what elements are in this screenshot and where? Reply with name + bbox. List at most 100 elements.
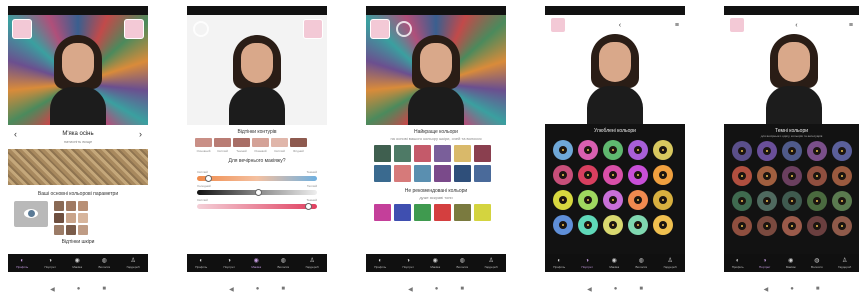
color-dot[interactable]: [832, 166, 852, 186]
system-back-icon[interactable]: ◀: [229, 286, 234, 293]
nav-item-3[interactable]: ◍ Волосся: [811, 258, 823, 269]
contour-swatch[interactable]: [214, 138, 231, 147]
menu-icon[interactable]: ≡: [849, 22, 853, 29]
nav-item-1[interactable]: ◑ Портрет: [759, 258, 770, 269]
skin-swatch[interactable]: [78, 225, 88, 235]
nav-item-1[interactable]: ◑ Портрет: [224, 258, 235, 269]
palette-swatch[interactable]: [414, 145, 431, 162]
nav-item-0[interactable]: ◐ Профіль: [374, 258, 386, 269]
system-home-icon[interactable]: ●: [256, 286, 260, 293]
slider-knob[interactable]: [305, 203, 312, 210]
color-dot[interactable]: [603, 190, 623, 210]
contour-swatch[interactable]: [233, 138, 250, 147]
color-dot[interactable]: [832, 216, 852, 236]
nav-item-3[interactable]: ◍ Волосся: [278, 258, 290, 269]
intensity-slider[interactable]: [197, 203, 317, 210]
avoid-swatch[interactable]: [454, 204, 471, 221]
color-dot[interactable]: [553, 190, 573, 210]
nav-item-1[interactable]: ◑ Портрет: [582, 258, 593, 269]
app-logo-icon[interactable]: [12, 19, 32, 39]
slider-knob[interactable]: [255, 189, 262, 196]
color-dot[interactable]: [732, 216, 752, 236]
color-dot[interactable]: [653, 165, 673, 185]
app-logo-icon[interactable]: [370, 19, 390, 39]
palette-swatch[interactable]: [454, 145, 471, 162]
color-dot[interactable]: [782, 141, 802, 161]
back-circle-icon[interactable]: [193, 21, 209, 37]
depth-slider[interactable]: [197, 189, 317, 196]
nav-item-4[interactable]: ♙ Гардероб: [664, 258, 677, 269]
nav-item-3[interactable]: ◍ Волосся: [636, 258, 648, 269]
nav-item-0[interactable]: ◐ Профіль: [16, 258, 28, 269]
skin-swatch[interactable]: [66, 213, 76, 223]
skin-swatch[interactable]: [54, 225, 64, 235]
color-dot[interactable]: [832, 141, 852, 161]
color-dot[interactable]: [628, 190, 648, 210]
color-dot[interactable]: [757, 216, 777, 236]
color-dot[interactable]: [782, 216, 802, 236]
contour-swatch[interactable]: [290, 138, 307, 147]
color-dot[interactable]: [757, 191, 777, 211]
nav-item-3[interactable]: ◍ Волосся: [99, 258, 111, 269]
menu-icon[interactable]: ≡: [675, 22, 679, 29]
color-dot[interactable]: [653, 215, 673, 235]
nav-item-4[interactable]: ♙ Гардероб: [485, 258, 498, 269]
color-dot[interactable]: [578, 215, 598, 235]
nav-item-2[interactable]: ◉ Макіяж: [609, 258, 619, 269]
palette-swatch[interactable]: [394, 145, 411, 162]
system-recents-icon[interactable]: ■: [102, 286, 106, 293]
avoid-swatch[interactable]: [394, 204, 411, 221]
color-dot[interactable]: [732, 141, 752, 161]
color-dot[interactable]: [553, 140, 573, 160]
color-dot[interactable]: [603, 215, 623, 235]
color-dot[interactable]: [578, 190, 598, 210]
color-dot[interactable]: [553, 165, 573, 185]
palette-swatch[interactable]: [454, 165, 471, 182]
contour-swatch[interactable]: [195, 138, 212, 147]
app-logo-icon[interactable]: [551, 18, 565, 32]
color-dot[interactable]: [653, 140, 673, 160]
prev-season-icon[interactable]: ‹: [14, 129, 17, 139]
system-recents-icon[interactable]: ■: [460, 286, 464, 293]
color-dot[interactable]: [603, 165, 623, 185]
nav-item-3[interactable]: ◍ Волосся: [457, 258, 469, 269]
system-home-icon[interactable]: ●: [435, 286, 439, 293]
palette-swatch[interactable]: [394, 165, 411, 182]
avoid-swatch[interactable]: [374, 204, 391, 221]
palette-swatch[interactable]: [474, 145, 491, 162]
skin-swatch[interactable]: [66, 225, 76, 235]
color-dot[interactable]: [603, 140, 623, 160]
nav-item-2[interactable]: ◉ Макіяж: [430, 258, 440, 269]
nav-item-4[interactable]: ♙ Гардероб: [127, 258, 140, 269]
color-dot[interactable]: [732, 191, 752, 211]
profile-badge-icon[interactable]: [124, 19, 144, 39]
palette-swatch[interactable]: [414, 165, 431, 182]
warmth-slider[interactable]: [197, 175, 317, 182]
slider-knob[interactable]: [205, 175, 212, 182]
nav-item-2[interactable]: ◉ Макіяж: [251, 258, 261, 269]
skin-swatch[interactable]: [78, 201, 88, 211]
avoid-swatch[interactable]: [474, 204, 491, 221]
nav-item-2[interactable]: ◉ Макіяж: [786, 258, 796, 269]
season-subtitle[interactable]: натисніть вище: [8, 139, 148, 145]
skin-swatch[interactable]: [54, 213, 64, 223]
color-dot[interactable]: [807, 191, 827, 211]
app-logo-icon[interactable]: [730, 18, 744, 32]
color-dot[interactable]: [628, 140, 648, 160]
color-dot[interactable]: [807, 216, 827, 236]
nav-item-1[interactable]: ◑ Портрет: [403, 258, 414, 269]
skin-swatch[interactable]: [54, 201, 64, 211]
system-home-icon[interactable]: ●: [614, 286, 618, 293]
color-dot[interactable]: [553, 215, 573, 235]
next-season-icon[interactable]: ›: [139, 129, 142, 139]
nav-item-4[interactable]: ♙ Гардероб: [306, 258, 319, 269]
color-dot[interactable]: [782, 166, 802, 186]
color-dot[interactable]: [578, 165, 598, 185]
system-home-icon[interactable]: ●: [790, 286, 794, 293]
system-recents-icon[interactable]: ■: [281, 286, 285, 293]
nav-item-0[interactable]: ◐ Профіль: [195, 258, 207, 269]
color-dot[interactable]: [807, 166, 827, 186]
color-dot[interactable]: [628, 165, 648, 185]
profile-badge-icon[interactable]: [303, 19, 323, 39]
palette-swatch[interactable]: [434, 165, 451, 182]
